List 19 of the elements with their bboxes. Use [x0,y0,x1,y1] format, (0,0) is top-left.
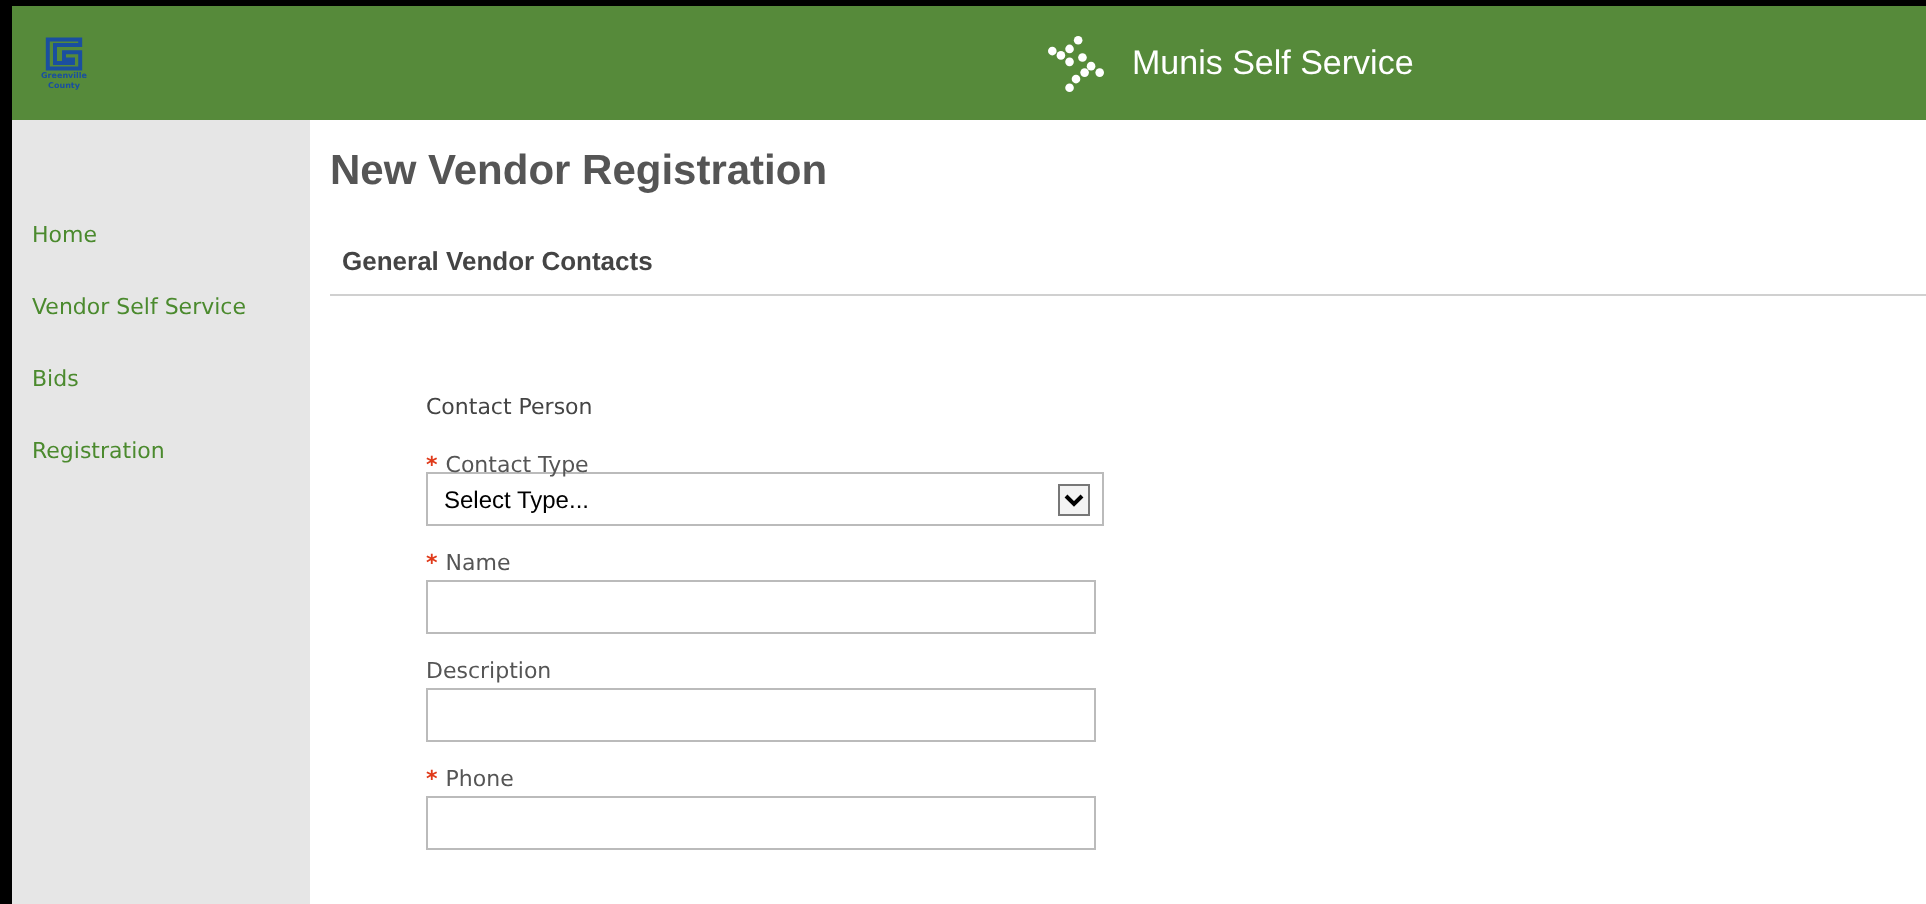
required-mark: * [426,766,438,794]
group-label: Contact Person [426,394,595,420]
field-label: Description [426,658,552,686]
logo-icon [42,36,86,72]
field-label: Phone [445,766,514,794]
chevron-down-icon [1058,483,1090,515]
field-label: Name [445,550,511,578]
nav-link[interactable]: Bids [32,364,79,396]
page-title: New Vendor Registration [330,148,830,196]
input-field[interactable] [426,688,1096,742]
nav-link[interactable]: Registration [32,436,165,468]
nav-link[interactable]: Home [32,220,97,252]
input-field[interactable] [426,580,1096,634]
input-field[interactable] [426,796,1096,850]
dots-logo-icon [1048,36,1104,92]
app-title: Munis Self Service [1132,44,1414,84]
section-heading: General Vendor Contacts [342,246,655,280]
required-mark: * [426,550,438,578]
nav-link[interactable]: Vendor Self Service [32,292,246,324]
